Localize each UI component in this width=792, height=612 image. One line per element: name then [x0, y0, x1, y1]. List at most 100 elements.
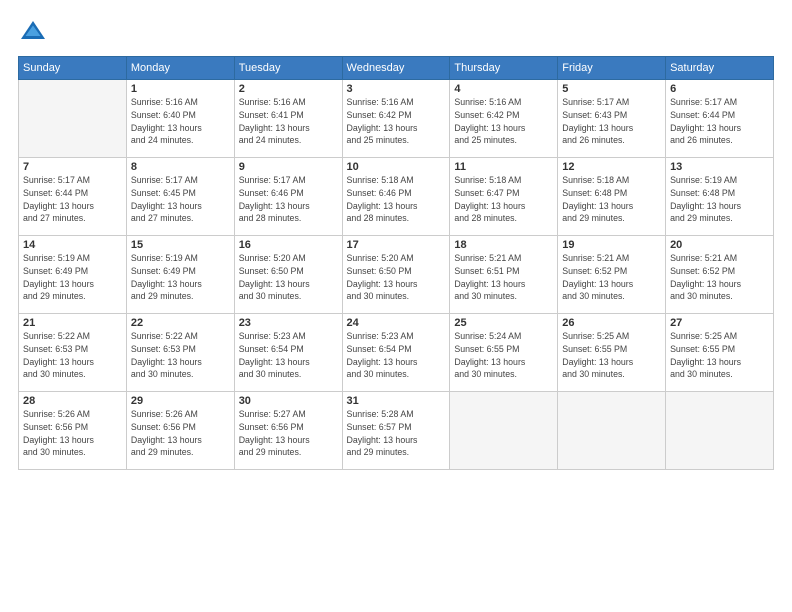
day-info: Sunrise: 5:25 AMSunset: 6:55 PMDaylight:… [670, 330, 769, 381]
calendar-cell: 29Sunrise: 5:26 AMSunset: 6:56 PMDayligh… [126, 392, 234, 470]
logo [18, 18, 52, 48]
calendar-cell [19, 80, 127, 158]
calendar-cell: 19Sunrise: 5:21 AMSunset: 6:52 PMDayligh… [558, 236, 666, 314]
calendar-cell: 30Sunrise: 5:27 AMSunset: 6:56 PMDayligh… [234, 392, 342, 470]
calendar-cell: 16Sunrise: 5:20 AMSunset: 6:50 PMDayligh… [234, 236, 342, 314]
day-number: 29 [131, 395, 230, 407]
day-number: 16 [239, 239, 338, 251]
day-number: 27 [670, 317, 769, 329]
day-number: 10 [347, 161, 446, 173]
page: SundayMondayTuesdayWednesdayThursdayFrid… [0, 0, 792, 612]
day-number: 18 [454, 239, 553, 251]
calendar-week-row: 28Sunrise: 5:26 AMSunset: 6:56 PMDayligh… [19, 392, 774, 470]
day-info: Sunrise: 5:21 AMSunset: 6:51 PMDaylight:… [454, 252, 553, 303]
day-number: 13 [670, 161, 769, 173]
day-info: Sunrise: 5:20 AMSunset: 6:50 PMDaylight:… [347, 252, 446, 303]
calendar-day-header: Saturday [666, 57, 774, 80]
calendar-cell: 15Sunrise: 5:19 AMSunset: 6:49 PMDayligh… [126, 236, 234, 314]
day-number: 17 [347, 239, 446, 251]
day-info: Sunrise: 5:16 AMSunset: 6:42 PMDaylight:… [347, 96, 446, 147]
day-info: Sunrise: 5:17 AMSunset: 6:43 PMDaylight:… [562, 96, 661, 147]
calendar-cell: 14Sunrise: 5:19 AMSunset: 6:49 PMDayligh… [19, 236, 127, 314]
calendar-cell: 1Sunrise: 5:16 AMSunset: 6:40 PMDaylight… [126, 80, 234, 158]
calendar-cell: 24Sunrise: 5:23 AMSunset: 6:54 PMDayligh… [342, 314, 450, 392]
calendar-day-header: Thursday [450, 57, 558, 80]
day-number: 7 [23, 161, 122, 173]
day-info: Sunrise: 5:23 AMSunset: 6:54 PMDaylight:… [347, 330, 446, 381]
day-info: Sunrise: 5:21 AMSunset: 6:52 PMDaylight:… [562, 252, 661, 303]
day-number: 12 [562, 161, 661, 173]
calendar-cell: 28Sunrise: 5:26 AMSunset: 6:56 PMDayligh… [19, 392, 127, 470]
calendar-cell: 17Sunrise: 5:20 AMSunset: 6:50 PMDayligh… [342, 236, 450, 314]
calendar-cell: 11Sunrise: 5:18 AMSunset: 6:47 PMDayligh… [450, 158, 558, 236]
calendar-cell: 25Sunrise: 5:24 AMSunset: 6:55 PMDayligh… [450, 314, 558, 392]
day-info: Sunrise: 5:19 AMSunset: 6:48 PMDaylight:… [670, 174, 769, 225]
day-info: Sunrise: 5:17 AMSunset: 6:46 PMDaylight:… [239, 174, 338, 225]
day-number: 15 [131, 239, 230, 251]
day-number: 20 [670, 239, 769, 251]
day-number: 4 [454, 83, 553, 95]
calendar-cell: 10Sunrise: 5:18 AMSunset: 6:46 PMDayligh… [342, 158, 450, 236]
day-info: Sunrise: 5:27 AMSunset: 6:56 PMDaylight:… [239, 408, 338, 459]
day-info: Sunrise: 5:19 AMSunset: 6:49 PMDaylight:… [131, 252, 230, 303]
logo-icon [18, 18, 48, 48]
day-info: Sunrise: 5:19 AMSunset: 6:49 PMDaylight:… [23, 252, 122, 303]
day-number: 31 [347, 395, 446, 407]
calendar-cell: 4Sunrise: 5:16 AMSunset: 6:42 PMDaylight… [450, 80, 558, 158]
calendar-week-row: 1Sunrise: 5:16 AMSunset: 6:40 PMDaylight… [19, 80, 774, 158]
calendar-cell: 9Sunrise: 5:17 AMSunset: 6:46 PMDaylight… [234, 158, 342, 236]
day-number: 2 [239, 83, 338, 95]
header [18, 18, 774, 48]
day-info: Sunrise: 5:28 AMSunset: 6:57 PMDaylight:… [347, 408, 446, 459]
calendar-cell: 22Sunrise: 5:22 AMSunset: 6:53 PMDayligh… [126, 314, 234, 392]
day-number: 5 [562, 83, 661, 95]
day-info: Sunrise: 5:22 AMSunset: 6:53 PMDaylight:… [23, 330, 122, 381]
calendar-cell: 3Sunrise: 5:16 AMSunset: 6:42 PMDaylight… [342, 80, 450, 158]
day-info: Sunrise: 5:16 AMSunset: 6:41 PMDaylight:… [239, 96, 338, 147]
day-info: Sunrise: 5:18 AMSunset: 6:46 PMDaylight:… [347, 174, 446, 225]
day-number: 8 [131, 161, 230, 173]
day-number: 9 [239, 161, 338, 173]
day-info: Sunrise: 5:18 AMSunset: 6:48 PMDaylight:… [562, 174, 661, 225]
day-info: Sunrise: 5:18 AMSunset: 6:47 PMDaylight:… [454, 174, 553, 225]
calendar-day-header: Monday [126, 57, 234, 80]
day-info: Sunrise: 5:16 AMSunset: 6:40 PMDaylight:… [131, 96, 230, 147]
day-info: Sunrise: 5:25 AMSunset: 6:55 PMDaylight:… [562, 330, 661, 381]
day-info: Sunrise: 5:26 AMSunset: 6:56 PMDaylight:… [23, 408, 122, 459]
calendar-cell: 23Sunrise: 5:23 AMSunset: 6:54 PMDayligh… [234, 314, 342, 392]
calendar-cell: 12Sunrise: 5:18 AMSunset: 6:48 PMDayligh… [558, 158, 666, 236]
day-info: Sunrise: 5:23 AMSunset: 6:54 PMDaylight:… [239, 330, 338, 381]
day-number: 30 [239, 395, 338, 407]
day-number: 1 [131, 83, 230, 95]
calendar-cell: 26Sunrise: 5:25 AMSunset: 6:55 PMDayligh… [558, 314, 666, 392]
calendar-header-row: SundayMondayTuesdayWednesdayThursdayFrid… [19, 57, 774, 80]
day-number: 25 [454, 317, 553, 329]
calendar-cell: 27Sunrise: 5:25 AMSunset: 6:55 PMDayligh… [666, 314, 774, 392]
calendar-cell: 5Sunrise: 5:17 AMSunset: 6:43 PMDaylight… [558, 80, 666, 158]
day-number: 28 [23, 395, 122, 407]
day-number: 3 [347, 83, 446, 95]
day-number: 24 [347, 317, 446, 329]
calendar-cell [450, 392, 558, 470]
day-info: Sunrise: 5:21 AMSunset: 6:52 PMDaylight:… [670, 252, 769, 303]
calendar-cell [558, 392, 666, 470]
calendar-cell: 13Sunrise: 5:19 AMSunset: 6:48 PMDayligh… [666, 158, 774, 236]
calendar-cell: 2Sunrise: 5:16 AMSunset: 6:41 PMDaylight… [234, 80, 342, 158]
day-number: 19 [562, 239, 661, 251]
calendar-week-row: 14Sunrise: 5:19 AMSunset: 6:49 PMDayligh… [19, 236, 774, 314]
calendar-cell [666, 392, 774, 470]
calendar-table: SundayMondayTuesdayWednesdayThursdayFrid… [18, 56, 774, 470]
day-info: Sunrise: 5:17 AMSunset: 6:44 PMDaylight:… [23, 174, 122, 225]
day-number: 14 [23, 239, 122, 251]
calendar-week-row: 7Sunrise: 5:17 AMSunset: 6:44 PMDaylight… [19, 158, 774, 236]
calendar-cell: 31Sunrise: 5:28 AMSunset: 6:57 PMDayligh… [342, 392, 450, 470]
calendar-day-header: Wednesday [342, 57, 450, 80]
day-number: 23 [239, 317, 338, 329]
day-info: Sunrise: 5:26 AMSunset: 6:56 PMDaylight:… [131, 408, 230, 459]
calendar-day-header: Sunday [19, 57, 127, 80]
day-number: 6 [670, 83, 769, 95]
calendar-day-header: Tuesday [234, 57, 342, 80]
day-info: Sunrise: 5:24 AMSunset: 6:55 PMDaylight:… [454, 330, 553, 381]
day-number: 21 [23, 317, 122, 329]
day-number: 22 [131, 317, 230, 329]
